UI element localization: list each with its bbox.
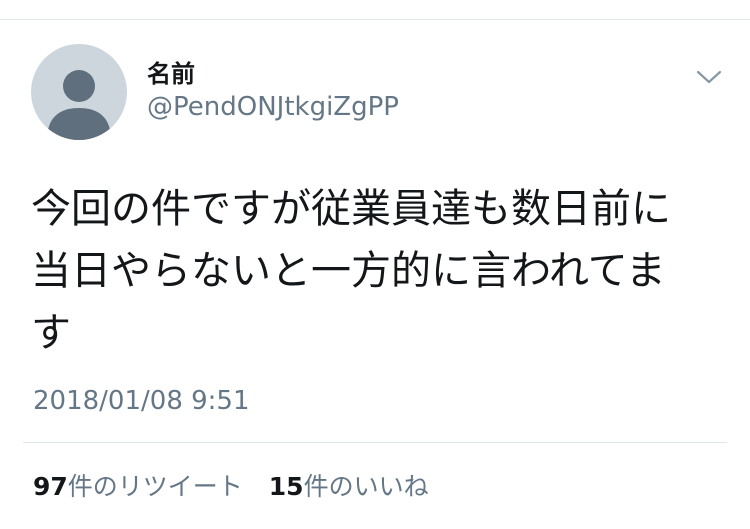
- author-display-name[interactable]: 名前: [147, 58, 195, 90]
- like-count-link[interactable]: 15件のいいね: [269, 469, 429, 505]
- author-handle[interactable]: @PendONJtkgiZgPP: [147, 90, 399, 124]
- retweet-count-link[interactable]: 97件のリツイート: [33, 469, 243, 505]
- chevron-down-icon: [696, 70, 722, 84]
- like-label: 件のいいね: [303, 472, 429, 501]
- tweet-text-line: 今回の件ですが従業員達も数日前に: [31, 186, 671, 232]
- stats-divider: [23, 442, 727, 443]
- retweet-label: 件のリツイート: [67, 472, 243, 501]
- tweet-timestamp: 2018/01/08 9:51: [33, 386, 250, 416]
- like-count: 15: [268, 472, 304, 501]
- avatar[interactable]: [31, 44, 127, 140]
- tweet-text: 今回の件ですが従業員達も数日前に 当日やらないと一方的に言われてま す: [31, 178, 721, 364]
- tweet-stats: 97件のリツイート 15件のいいね: [33, 469, 429, 505]
- tweet-menu-button[interactable]: [694, 65, 724, 87]
- retweet-count: 97: [33, 472, 68, 501]
- tweet-text-line: 当日やらないと一方的に言われてま: [31, 248, 666, 294]
- top-divider: [0, 19, 750, 20]
- default-profile-icon: [47, 70, 111, 140]
- tweet-text-line: す: [31, 310, 71, 356]
